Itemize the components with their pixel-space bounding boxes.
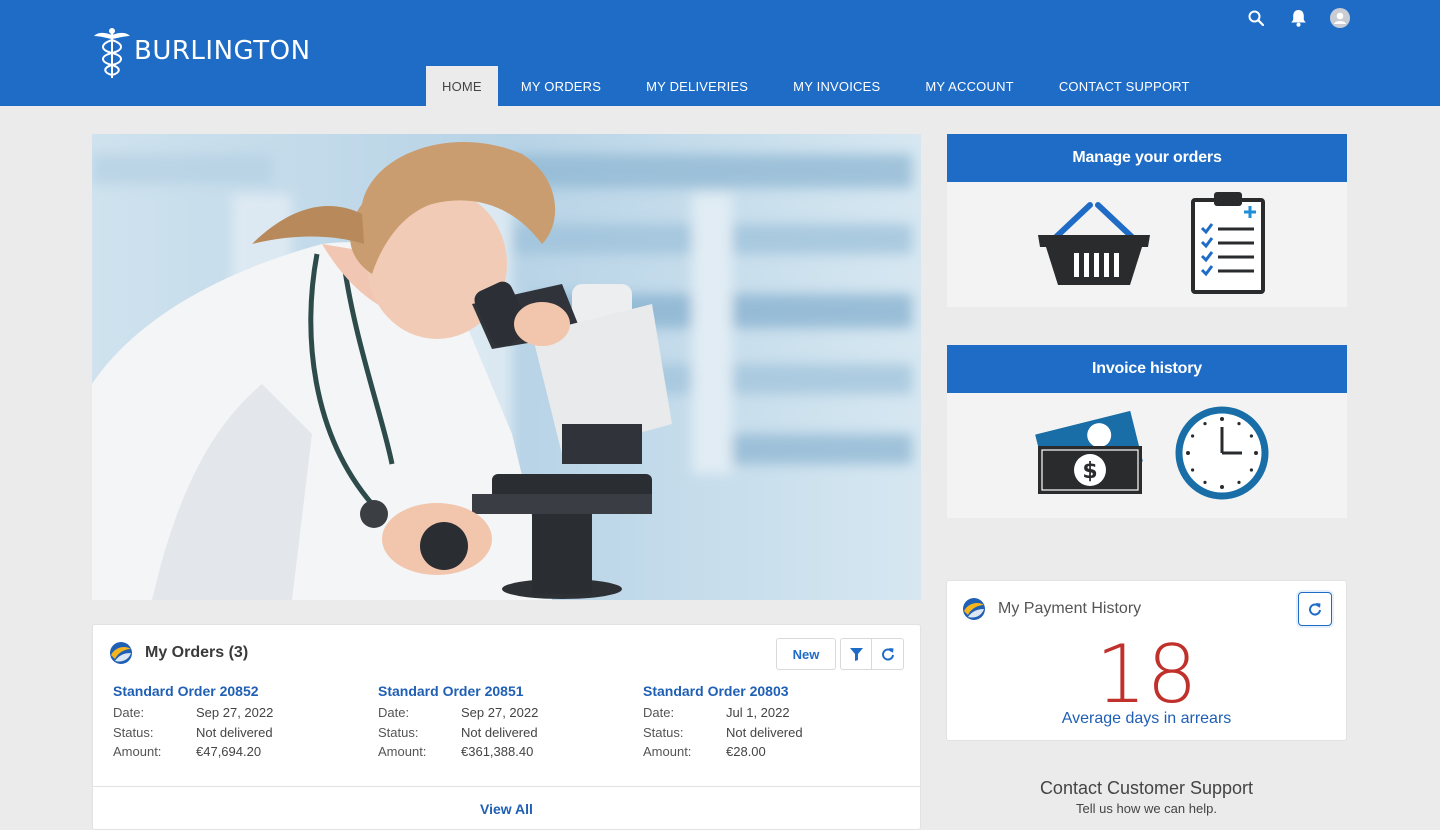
hero-image: [92, 134, 921, 600]
order-amount: €361,388.40: [461, 744, 534, 760]
date-label: Date:: [643, 705, 675, 721]
header-actions: [1246, 8, 1350, 28]
refresh-icon: [1309, 603, 1321, 616]
bell-icon[interactable]: [1288, 8, 1308, 28]
clock-icon[interactable]: [1174, 405, 1270, 506]
nav-home[interactable]: HOME: [426, 66, 498, 106]
order-date: Sep 27, 2022: [196, 705, 274, 721]
new-order-button[interactable]: New: [776, 638, 836, 670]
filter-button[interactable]: [840, 638, 872, 670]
brand-name: BURLINGTON: [134, 36, 311, 66]
order-amount-row: Amount: €361,388.40: [378, 742, 628, 762]
order-date: Sep 27, 2022: [461, 705, 539, 721]
order-date-row: Date: Sep 27, 2022: [113, 703, 363, 723]
invoice-history-tile[interactable]: Invoice history $: [947, 345, 1347, 518]
nav-my-invoices[interactable]: MY INVOICES: [771, 66, 902, 106]
invoice-history-title: Invoice history: [947, 345, 1347, 393]
order-date: Jul 1, 2022: [726, 705, 790, 721]
top-header: BURLINGTON HOME MY ORDERS MY DELIVERIES …: [0, 0, 1440, 106]
orders-footer: View All: [93, 786, 920, 830]
average-days-value: 18: [1095, 628, 1198, 721]
amount-label: Amount:: [113, 744, 162, 760]
money-bills-icon[interactable]: $: [1032, 408, 1148, 503]
payment-history-header: My Payment History: [962, 597, 1141, 621]
nav-my-account[interactable]: MY ACCOUNT: [903, 66, 1035, 106]
order-item: Standard Order 20851 Date: Sep 27, 2022 S…: [378, 683, 628, 762]
user-avatar-icon[interactable]: [1330, 8, 1350, 28]
search-icon[interactable]: [1246, 8, 1266, 28]
refresh-icon: [881, 648, 894, 661]
contact-support-subtitle: Tell us how we can help.: [1076, 801, 1217, 816]
nav-my-orders[interactable]: MY ORDERS: [499, 66, 623, 106]
order-date-row: Date: Jul 1, 2022: [643, 703, 893, 723]
svg-text:$: $: [1082, 459, 1097, 484]
order-link[interactable]: Standard Order 20851: [378, 683, 628, 699]
clipboard-checklist-icon[interactable]: [1190, 190, 1266, 299]
order-item: Standard Order 20852 Date: Sep 27, 2022 S…: [113, 683, 363, 762]
my-orders-card: My Orders (3) New Standard Order 20852 D…: [92, 624, 921, 830]
order-status-row: Status: Not delivered: [643, 723, 893, 743]
order-status-row: Status: Not delivered: [378, 723, 628, 743]
status-label: Status:: [378, 724, 419, 740]
orders-actions: New: [776, 638, 904, 670]
nav-my-deliveries[interactable]: MY DELIVERIES: [624, 66, 770, 106]
nav-contact-support[interactable]: CONTACT SUPPORT: [1037, 66, 1212, 106]
my-orders-title: My Orders (3): [145, 644, 249, 661]
manage-orders-title: Manage your orders: [947, 134, 1347, 182]
amount-label: Amount:: [378, 744, 427, 760]
refresh-button[interactable]: [872, 638, 904, 670]
amount-label: Amount:: [643, 744, 692, 760]
order-amount: €28.00: [726, 744, 766, 760]
payment-history-title: My Payment History: [998, 600, 1142, 617]
payment-refresh-button[interactable]: [1298, 592, 1332, 626]
average-days-label: Average days in arrears: [1061, 710, 1232, 727]
filter-icon: [849, 647, 863, 661]
caduceus-icon: [94, 28, 130, 78]
main-nav: HOME MY ORDERS MY DELIVERIES MY INVOICES…: [426, 66, 1212, 106]
order-amount-row: Amount: €47,694.20: [113, 742, 363, 762]
order-amount-row: Amount: €28.00: [643, 742, 893, 762]
contact-support-section[interactable]: Contact Customer Support Tell us how we …: [946, 778, 1347, 816]
order-amount: €47,694.20: [196, 744, 262, 760]
order-link[interactable]: Standard Order 20803: [643, 683, 893, 699]
contact-support-title: Contact Customer Support: [1039, 778, 1254, 798]
order-item: Standard Order 20803 Date: Jul 1, 2022 St…: [643, 683, 893, 762]
status-label: Status:: [643, 724, 684, 740]
app-logo-icon: [109, 641, 133, 665]
order-date-row: Date: Sep 27, 2022: [378, 703, 628, 723]
order-status-row: Status: Not delivered: [113, 723, 363, 743]
brand-logo[interactable]: BURLINGTON: [92, 26, 311, 80]
order-status: Not delivered: [726, 724, 803, 740]
view-all-link[interactable]: View All: [480, 801, 533, 817]
app-logo-icon: [962, 597, 986, 621]
date-label: Date:: [113, 705, 145, 721]
order-status: Not delivered: [196, 724, 273, 740]
manage-orders-tile[interactable]: Manage your orders: [947, 134, 1347, 307]
order-link[interactable]: Standard Order 20852: [113, 683, 363, 699]
order-status: Not delivered: [461, 724, 538, 740]
status-label: Status:: [113, 724, 154, 740]
date-label: Date:: [378, 705, 410, 721]
shopping-basket-icon[interactable]: [1036, 197, 1152, 292]
payment-history-card: My Payment History 18 Average days in ar…: [946, 580, 1347, 741]
my-orders-header: My Orders (3): [109, 641, 248, 665]
